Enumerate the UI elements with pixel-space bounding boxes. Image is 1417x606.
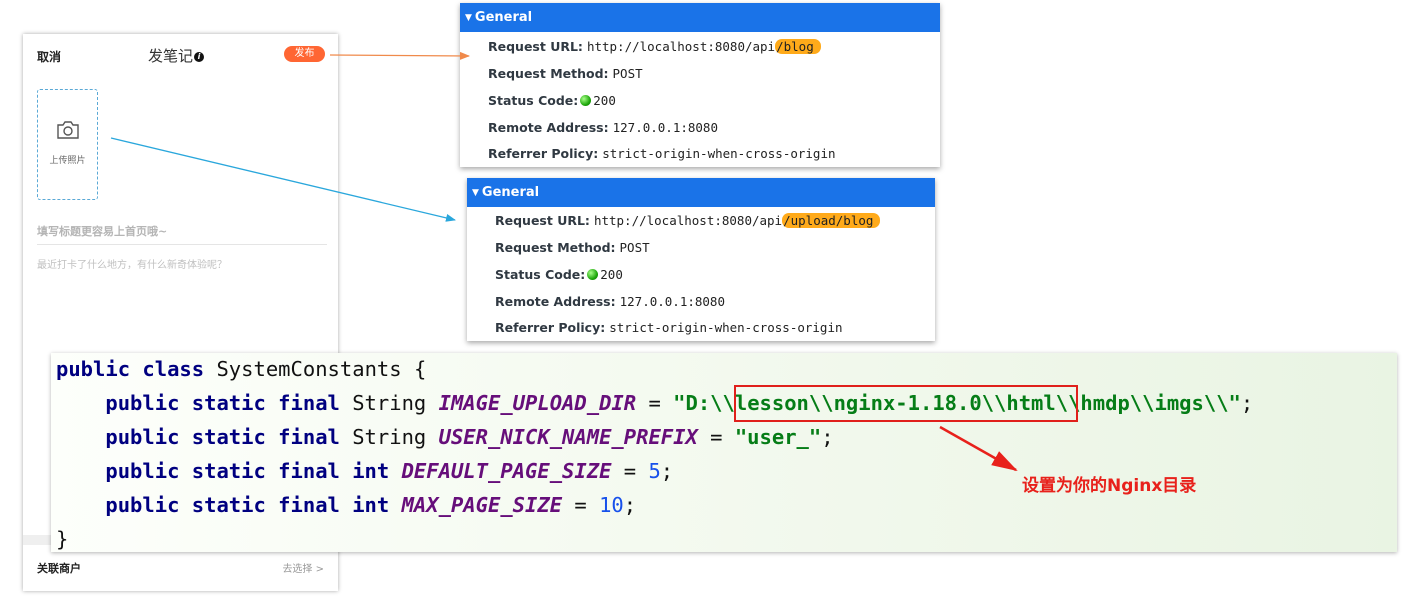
arrow-red bbox=[939, 425, 1018, 472]
arrow-blue bbox=[110, 137, 456, 222]
annotation-arrows bbox=[110, 51, 1018, 472]
arrow-orange bbox=[329, 51, 470, 60]
